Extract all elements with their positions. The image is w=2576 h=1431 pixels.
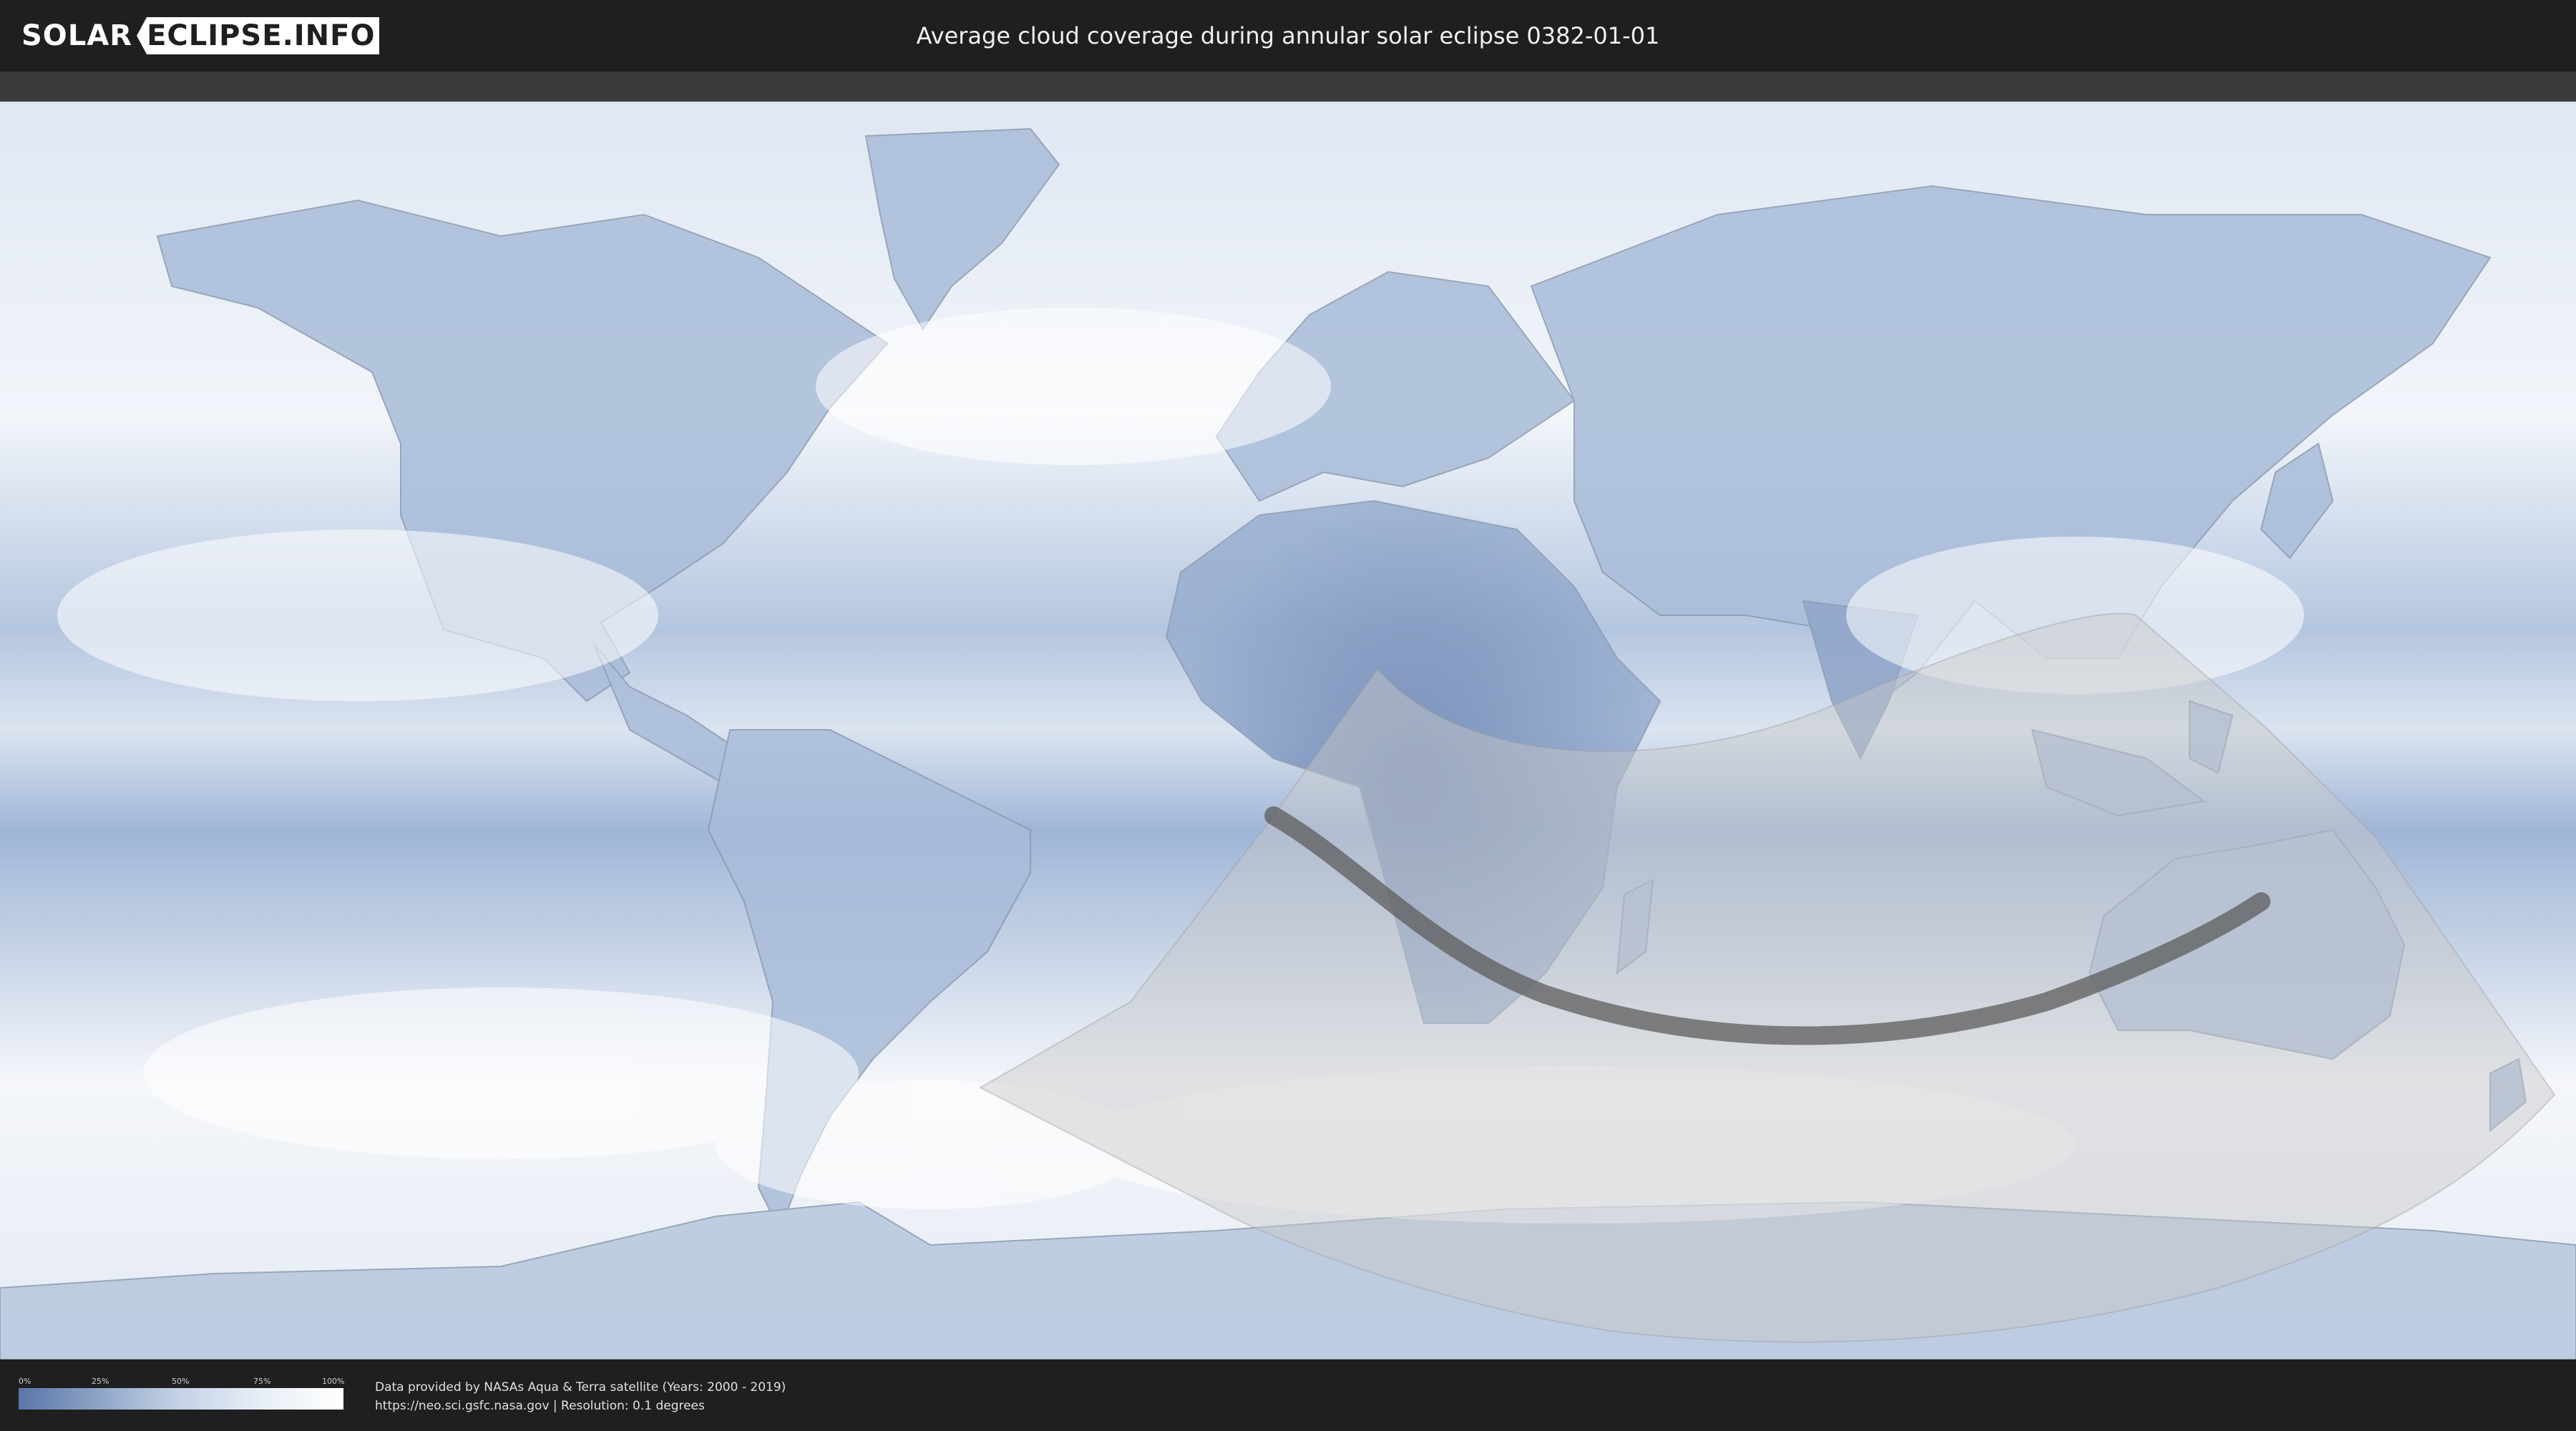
legend-tick-50: 50% (172, 1377, 190, 1386)
legend-tick-0: 0% (19, 1377, 31, 1386)
legend-color-bar (19, 1388, 343, 1410)
map-canvas (0, 72, 2576, 1359)
cloud-coverage-map[interactable] (0, 72, 2576, 1359)
legend-tick-25: 25% (92, 1377, 109, 1386)
credits-line-2: https://neo.sci.gsfc.nasa.gov | Resoluti… (375, 1399, 705, 1413)
map-top-border (0, 72, 2576, 102)
data-credits: Data provided by NASAs Aqua & Terra sate… (375, 1378, 786, 1415)
credits-line-1: Data provided by NASAs Aqua & Terra sate… (375, 1380, 786, 1395)
legend-ticks: 0% 25% 50% 75% 100% (19, 1377, 345, 1388)
legend-tick-75: 75% (253, 1377, 271, 1386)
header-bar: SOLAR ECLIPSE.INFO Average cloud coverag… (0, 0, 2576, 72)
cloud-coverage-legend: 0% 25% 50% 75% 100% (19, 1377, 345, 1410)
page-title: Average cloud coverage during annular so… (916, 22, 1660, 49)
legend-tick-100: 100% (322, 1377, 345, 1386)
